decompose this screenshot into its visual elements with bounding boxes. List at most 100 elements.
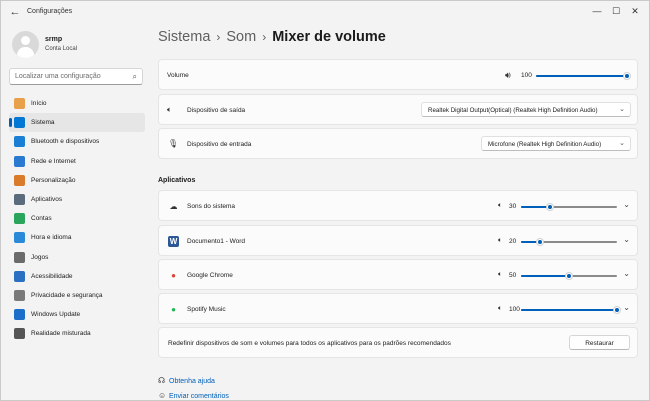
sidebar-item-mixed-reality[interactable]: Realidade misturada (9, 324, 145, 343)
sidebar-item-label: Rede e Internet (31, 157, 76, 165)
profile-account-type: Conta Local (45, 46, 78, 52)
get-help-link[interactable]: ☊ Obtenha ajuda (158, 376, 215, 385)
sidebar-item-shield[interactable]: Privacidade e segurança (9, 286, 145, 305)
sidebar-item-label: Windows Update (31, 311, 81, 319)
maximize-button[interactable]: ☐ (609, 4, 623, 18)
app-name: Sons do sistema (187, 203, 236, 210)
chevron-down-icon[interactable]: ⌄ (623, 303, 630, 312)
restore-button[interactable]: Restaurar (569, 335, 630, 350)
get-help-label: Obtenha ajuda (169, 378, 215, 385)
app-volume-value: 50 (509, 272, 517, 279)
app-volume-slider[interactable] (521, 203, 617, 211)
speaker-icon[interactable]: 🔈︎ (498, 237, 502, 245)
accounts-icon (14, 213, 25, 225)
sidebar-nav: Início Sistema Bluetooth e dispositivos Red… (9, 94, 145, 343)
chevron-down-icon[interactable]: ⌄ (623, 269, 630, 278)
sidebar-item-label: Privacidade e segurança (31, 291, 103, 299)
apps-section-title: Aplicativos (158, 177, 196, 184)
chrome-icon: ● (171, 271, 176, 280)
app-volume-card: ● Google Chrome 🔈︎ 50 ⌄ (158, 259, 638, 290)
send-feedback-link[interactable]: ☺ Enviar comentários (158, 391, 229, 400)
profile-name: srmp (45, 36, 63, 43)
app-volume-slider[interactable] (521, 306, 621, 314)
app-name: Google Chrome (187, 272, 233, 279)
send-feedback-label: Enviar comentários (169, 393, 229, 400)
sidebar-item-home[interactable]: Início (9, 94, 145, 113)
microphone-icon: 🎙︎ (168, 139, 179, 148)
sidebar-item-label: Sistema (31, 119, 55, 127)
search-input[interactable]: Localizar uma configuração ⌕ (9, 68, 143, 85)
sidebar-item-accessibility[interactable]: Acessibilidade (9, 267, 145, 286)
mixed-reality-icon (14, 328, 25, 340)
network-icon (14, 155, 25, 167)
sidebar-item-label: Acessibilidade (31, 272, 73, 280)
bluetooth-icon (14, 136, 25, 148)
sidebar-item-label: Bluetooth e dispositivos (31, 138, 100, 146)
feedback-icon: ☺ (158, 391, 167, 400)
app-volume-card: W Documento1 - Word 🔈︎ 20 ⌄ (158, 225, 638, 256)
gaming-icon (14, 251, 25, 263)
title-bar: ← Configurações — ☐ ✕ (1, 1, 649, 23)
page-title: Mixer de volume (272, 29, 386, 45)
input-device-selected: Microfone (Realtek High Definition Audio… (488, 141, 602, 148)
output-device-card: 🔈︎ Dispositivo de saída Realtek Digital … (158, 94, 638, 125)
sidebar-item-bluetooth[interactable]: Bluetooth e dispositivos (9, 132, 145, 151)
speaker-icon[interactable]: 🔈︎ (498, 305, 502, 313)
sidebar-item-gaming[interactable]: Jogos (9, 248, 145, 267)
sidebar-item-system[interactable]: Sistema (9, 113, 145, 133)
speaker-icon[interactable]: 🔈︎ (498, 271, 502, 279)
sidebar-item-windows-update[interactable]: Windows Update (9, 305, 145, 324)
brush-icon (14, 174, 25, 186)
windows-update-icon (14, 309, 25, 321)
app-volume-slider[interactable] (521, 272, 617, 280)
close-button[interactable]: ✕ (628, 4, 642, 18)
breadcrumb-sistema[interactable]: Sistema (158, 29, 210, 45)
breadcrumb-separator: › (262, 30, 267, 44)
system-icon (14, 117, 25, 129)
app-name: Spotify Music (187, 306, 226, 313)
app-name: Documento1 - Word (187, 238, 246, 245)
apps-icon (14, 193, 25, 205)
help-icon: ☊ (158, 376, 166, 385)
app-volume-value: 100 (509, 306, 520, 313)
sidebar-item-label: Realidade misturada (31, 330, 91, 338)
breadcrumb: Sistema › Som › Mixer de volume (158, 29, 386, 45)
restore-button-label: Restaurar (585, 340, 614, 347)
breadcrumb-som[interactable]: Som (226, 29, 256, 45)
sidebar-item-label: Jogos (31, 253, 49, 261)
search-icon: ⌕ (132, 72, 137, 81)
sidebar-item-label: Início (31, 100, 47, 107)
home-icon (14, 98, 25, 109)
sidebar-item-label: Personalização (31, 176, 76, 184)
chevron-down-icon[interactable]: ⌄ (623, 200, 630, 209)
output-device-dropdown[interactable]: Realtek Digital Output(Optical) (Realtek… (421, 102, 631, 117)
sidebar-item-label: Aplicativos (31, 195, 63, 203)
speaker-icon[interactable]: 🔈︎ (498, 202, 502, 210)
speaker-icon[interactable]: 🔊︎ (505, 70, 511, 81)
sidebar-item-apps[interactable]: Aplicativos (9, 190, 145, 209)
window-title: Configurações (27, 8, 73, 15)
time-language-icon (14, 232, 25, 244)
master-volume-label: Volume (167, 72, 189, 79)
input-device-dropdown[interactable]: Microfone (Realtek High Definition Audio… (481, 136, 631, 151)
chevron-down-icon[interactable]: ⌄ (623, 235, 630, 244)
master-volume-slider[interactable] (536, 72, 631, 80)
minimize-button[interactable]: — (590, 4, 604, 18)
breadcrumb-separator: › (216, 30, 221, 44)
avatar[interactable] (12, 31, 39, 58)
back-arrow-icon[interactable]: ← (9, 6, 21, 18)
app-volume-value: 20 (509, 238, 517, 245)
sidebar-item-accounts[interactable]: Contas (9, 209, 145, 228)
app-volume-card: ☁ Sons do sistema 🔈︎ 30 ⌄ (158, 190, 638, 221)
app-volume-card: ● Spotify Music 🔈︎ 100 ⌄ (158, 293, 638, 324)
reset-card: Redefinir dispositivos de som e volumes … (158, 327, 638, 358)
sidebar-item-brush[interactable]: Personalização (9, 171, 145, 190)
settings-window: ← Configurações — ☐ ✕ srmp Conta Local L… (0, 0, 650, 401)
app-volume-slider[interactable] (521, 238, 617, 246)
sidebar-item-label: Contas (31, 215, 52, 223)
sidebar-item-time-language[interactable]: Hora e idioma (9, 228, 145, 247)
sidebar-item-network[interactable]: Rede e Internet (9, 152, 145, 171)
search-placeholder: Localizar uma configuração (15, 73, 101, 80)
chevron-down-icon: ⌄ (619, 140, 625, 147)
reset-description: Redefinir dispositivos de som e volumes … (168, 340, 451, 347)
